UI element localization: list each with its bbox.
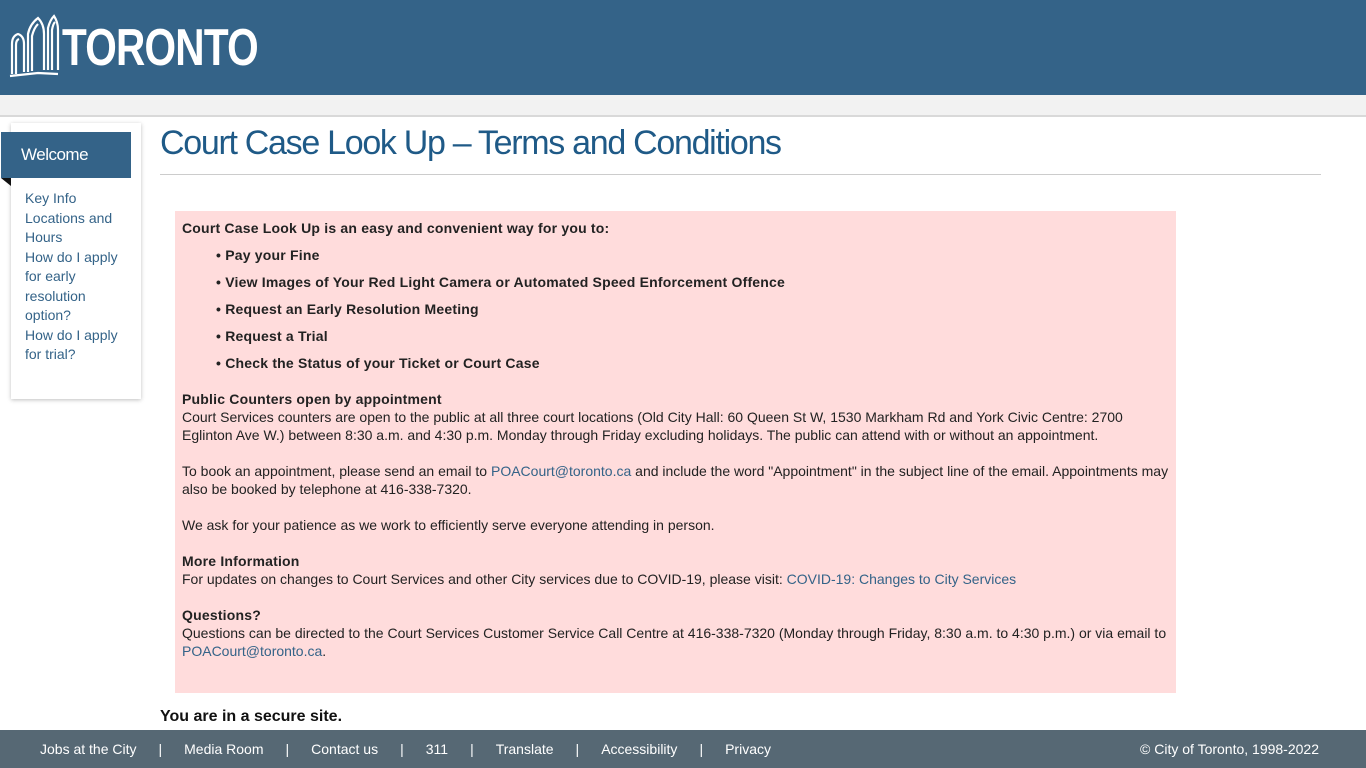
footer-separator: |	[699, 741, 704, 757]
patience-text: We ask for your patience as we work to e…	[182, 517, 715, 533]
city-hall-icon	[9, 14, 60, 78]
footer-link-media-room[interactable]: Media Room	[184, 741, 263, 757]
questions-email-link[interactable]: POACourt@toronto.ca	[182, 643, 322, 659]
notice-box: Court Case Look Up is an easy and conven…	[175, 211, 1176, 693]
footer-link-311[interactable]: 311	[426, 741, 448, 757]
footer-link-contact[interactable]: Contact us	[311, 741, 378, 757]
footer-separator: |	[158, 741, 163, 757]
sidebar-heading: Welcome	[1, 132, 131, 178]
sidebar-links: Key Info Locations and Hours How do I ap…	[25, 189, 135, 365]
list-item: Pay your Fine	[216, 246, 1169, 264]
sidebar-item-locations-hours[interactable]: Locations and Hours	[25, 209, 135, 248]
notice-intro: Court Case Look Up is an easy and conven…	[182, 220, 610, 236]
covid-changes-link[interactable]: COVID-19: Changes to City Services	[787, 571, 1017, 587]
copyright: © City of Toronto, 1998-2022	[1140, 741, 1319, 757]
footer-link-accessibility[interactable]: Accessibility	[601, 741, 677, 757]
counters-text: Court Services counters are open to the …	[182, 409, 1123, 443]
footer-link-privacy[interactable]: Privacy	[725, 741, 771, 757]
sidebar-item-apply-trial[interactable]: How do I apply for trial?	[25, 326, 135, 365]
title-divider	[160, 174, 1321, 175]
more-info-text: For updates on changes to Court Services…	[182, 571, 1017, 587]
questions-text: Questions can be directed to the Court S…	[182, 625, 1167, 659]
site-header: TORONTO	[0, 0, 1366, 95]
footer-separator: |	[400, 741, 404, 757]
more-info-heading: More Information	[182, 553, 300, 569]
list-item: Check the Status of your Ticket or Court…	[216, 354, 1169, 372]
booking-text: To book an appointment, please send an e…	[182, 463, 1169, 497]
list-item: View Images of Your Red Light Camera or …	[216, 273, 1169, 291]
logo-text: TORONTO	[62, 19, 259, 77]
footer-link-translate[interactable]: Translate	[496, 741, 554, 757]
list-item: Request an Early Resolution Meeting	[216, 300, 1169, 318]
sidebar-item-early-resolution[interactable]: How do I apply for early resolution opti…	[25, 248, 135, 326]
feature-list: Pay your Fine View Images of Your Red Li…	[216, 246, 1169, 372]
counters-heading: Public Counters open by appointment	[182, 391, 442, 407]
toronto-logo[interactable]: TORONTO	[8, 12, 313, 78]
footer-link-jobs[interactable]: Jobs at the City	[40, 741, 137, 757]
booking-email-link[interactable]: POACourt@toronto.ca	[491, 463, 631, 479]
footer-separator: |	[470, 741, 474, 757]
questions-heading: Questions?	[182, 607, 262, 623]
list-item: Request a Trial	[216, 327, 1169, 345]
sidebar-item-key-info[interactable]: Key Info	[25, 189, 135, 209]
site-footer: Jobs at the City | Media Room | Contact …	[0, 730, 1366, 768]
secure-site-notice: You are in a secure site.	[160, 708, 343, 725]
footer-separator: |	[285, 741, 290, 757]
sidebar: Welcome Key Info Locations and Hours How…	[1, 123, 141, 399]
sub-navigation-bar	[0, 95, 1366, 117]
page-title: Court Case Look Up – Terms and Condition…	[160, 124, 782, 162]
footer-links: Jobs at the City | Media Room | Contact …	[40, 730, 771, 768]
footer-separator: |	[575, 741, 580, 757]
ribbon-fold	[1, 178, 11, 186]
